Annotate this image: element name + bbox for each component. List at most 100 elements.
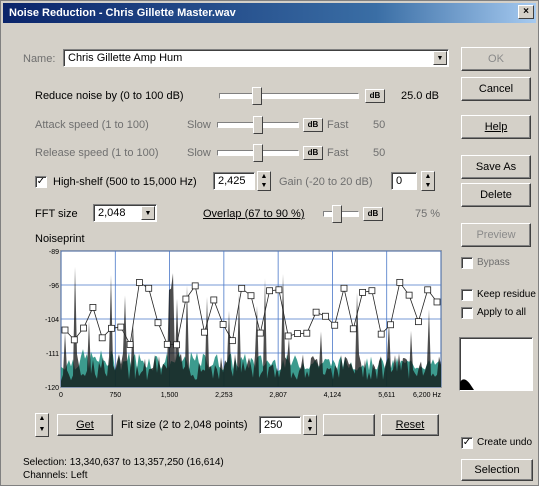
overlap-slider-thumb[interactable]	[331, 205, 342, 223]
curve-control-point	[136, 279, 143, 286]
curve-control-point	[154, 319, 162, 327]
curve-control-point	[424, 286, 432, 294]
keep-residue-checkbox[interactable]	[461, 289, 473, 301]
y-tick-label: -96	[49, 283, 59, 290]
curve-control-point	[61, 326, 69, 334]
noiseprint-graph[interactable]: -89 -96 -104 -111 -1200 750 1,500 2,253 2,807 4,1…	[35, 245, 445, 407]
bypass-label: Bypass	[477, 257, 510, 268]
release-db-button[interactable]: dB	[303, 146, 323, 160]
get-button[interactable]: Get	[57, 414, 113, 436]
curve-control-point	[98, 334, 106, 342]
curve-control-point	[312, 308, 320, 316]
curve-control-point	[173, 341, 181, 349]
release-label: Release speed (1 to 100)	[35, 147, 159, 159]
curve-control-point	[247, 292, 255, 300]
preset-combo[interactable]: Chris Gillette Amp Hum ▼	[63, 49, 449, 67]
attack-slider-thumb[interactable]	[253, 116, 263, 134]
fit-size-spinner[interactable]: ▲ ▼	[303, 415, 317, 435]
fit-size-input[interactable]: 250	[259, 416, 301, 434]
x-tick-label: 5,611	[378, 392, 395, 399]
create-undo-label: Create undo	[477, 437, 533, 448]
y-tick-label: -104	[45, 317, 59, 324]
curve-control-point	[433, 298, 441, 306]
y-tick-label: -111	[46, 351, 59, 358]
preset-value: Chris Gillette Amp Hum	[68, 52, 183, 64]
y-tick-label: -89	[49, 249, 59, 256]
curve-control-point	[256, 329, 264, 337]
window-title: Noise Reduction - Chris Gillette Master.…	[9, 7, 236, 19]
bypass-checkbox[interactable]	[461, 257, 473, 269]
curve-control-point	[89, 304, 97, 311]
chevron-down-icon[interactable]: ▼	[141, 206, 155, 220]
overlap-value: 75 %	[415, 208, 441, 220]
attack-value: 50	[373, 119, 386, 131]
ok-button[interactable]: OK	[461, 47, 531, 71]
release-slow-label: Slow	[187, 147, 211, 159]
apply-all-checkbox[interactable]	[461, 307, 473, 319]
gain-label: Gain (-20 to 20 dB)	[279, 176, 373, 188]
fft-size-label: FFT size	[35, 208, 78, 220]
overlap-label: Overlap (67 to 90 %)	[203, 208, 305, 220]
gain-input[interactable]: 0	[391, 172, 417, 190]
curve-control-point	[70, 336, 78, 344]
curve-control-point	[238, 284, 246, 292]
reduce-noise-track[interactable]	[219, 93, 359, 99]
apply-all-label: Apply to all	[477, 307, 526, 318]
curve-control-point	[228, 337, 236, 345]
fit-size-label: Fit size (2 to 2,048 points)	[121, 419, 248, 431]
gain-spinner[interactable]: ▲ ▼	[421, 171, 435, 191]
high-shelf-checkbox[interactable]: ✓	[35, 176, 47, 188]
attack-db-button[interactable]: dB	[303, 118, 323, 132]
reduce-noise-db-button[interactable]: dB	[365, 89, 385, 103]
y-tick-label: -120	[45, 385, 59, 392]
curve-control-point	[145, 284, 153, 292]
preset-label: Name:	[23, 53, 56, 65]
curve-control-point	[191, 282, 199, 290]
close-button[interactable]: ×	[518, 5, 534, 19]
selection-button[interactable]: Selection	[461, 459, 533, 481]
fit-button[interactable]	[323, 414, 375, 436]
save-as-button[interactable]: Save As	[461, 155, 531, 179]
create-undo-checkbox[interactable]: ✓	[461, 437, 473, 449]
title-bar: Noise Reduction - Chris Gillette Master.…	[3, 3, 536, 23]
help-button[interactable]: Help	[461, 115, 531, 139]
curve-control-point	[182, 295, 190, 303]
curve-control-point	[331, 321, 339, 329]
curve-control-point	[405, 291, 413, 299]
attack-label: Attack speed (1 to 100)	[35, 119, 149, 131]
reduce-noise-slider-thumb[interactable]	[251, 87, 262, 105]
x-tick-label: 4,124	[324, 392, 342, 399]
curve-control-point	[108, 324, 115, 332]
reset-button[interactable]: Reset	[381, 414, 439, 436]
curve-control-point	[359, 288, 367, 296]
high-shelf-spinner[interactable]: ▲ ▼	[257, 171, 271, 191]
release-slider-thumb[interactable]	[253, 144, 263, 162]
delete-button[interactable]: Delete	[461, 183, 531, 207]
curve-control-point	[396, 278, 404, 286]
chevron-down-icon[interactable]: ▼	[433, 51, 447, 65]
cancel-button[interactable]: Cancel	[461, 77, 531, 101]
attack-slow-label: Slow	[187, 119, 211, 131]
channels-status: Channels: Left	[23, 470, 88, 481]
curve-control-point	[387, 321, 394, 329]
curve-control-point	[219, 321, 227, 328]
x-tick-label: 750	[109, 392, 121, 399]
x-tick-label: 0	[59, 392, 63, 399]
curve-control-point	[117, 323, 125, 331]
high-shelf-input[interactable]: 2,425	[213, 172, 255, 190]
preview-button[interactable]: Preview	[461, 223, 531, 247]
release-fast-label: Fast	[327, 147, 349, 159]
meter-curve	[460, 379, 474, 390]
noise-reduction-window: Noise Reduction - Chris Gillette Master.…	[0, 0, 539, 486]
graph-spinner[interactable]: ▲ ▼	[35, 413, 49, 437]
fft-size-dropdown[interactable]: 2,048 ▼	[93, 204, 157, 222]
curve-control-point	[294, 330, 301, 338]
x-tick-label: 6,200 Hz	[413, 392, 442, 399]
overlap-db-button[interactable]: dB	[363, 207, 383, 221]
curve-control-point	[163, 340, 171, 348]
curve-control-point	[340, 284, 348, 292]
keep-residue-label: Keep residue	[477, 289, 536, 300]
release-value: 50	[373, 147, 386, 159]
curve-control-point	[80, 324, 87, 332]
curve-control-point	[368, 287, 376, 295]
